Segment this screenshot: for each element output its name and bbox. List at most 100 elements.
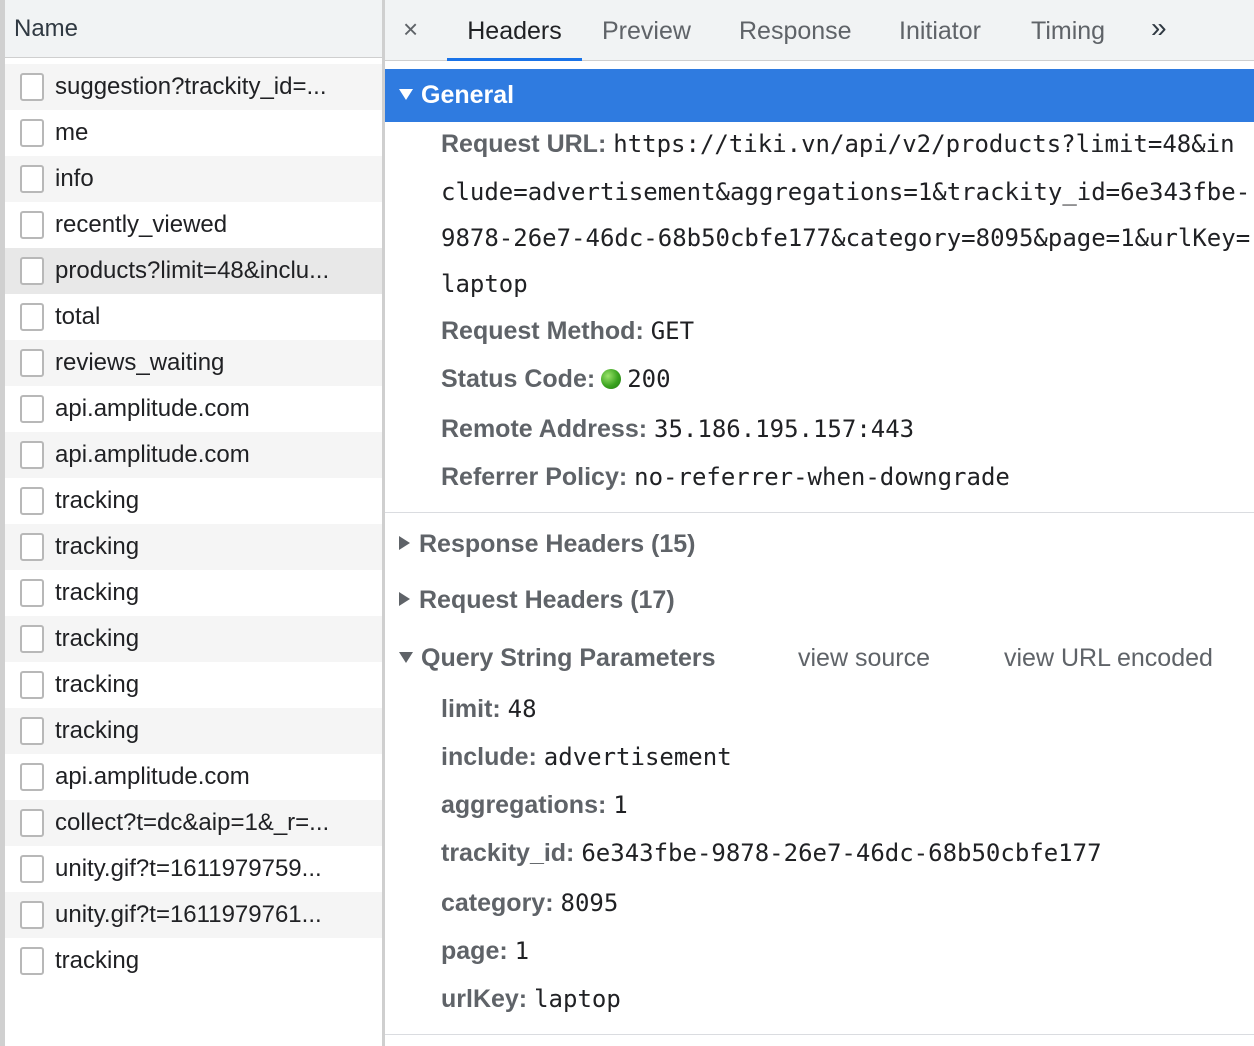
request-row[interactable]: collect?t=dc&aip=1&_r=... [5, 800, 382, 846]
request-row[interactable]: tracking [5, 616, 382, 662]
query-string-title: Query String Parameters [421, 644, 716, 672]
request-row[interactable]: unity.gif?t=1611979759... [5, 846, 382, 892]
query-param-row: aggregations: 1 [441, 791, 628, 820]
tab-preview[interactable]: Preview [602, 0, 691, 60]
request-row[interactable]: total [5, 294, 382, 340]
request-checkbox[interactable] [20, 671, 44, 699]
section-divider [385, 1034, 1254, 1035]
referrer-policy-row: Referrer Policy: no-referrer-when-downgr… [441, 463, 1010, 492]
status-code-label: Status Code: [441, 365, 596, 393]
request-headers-section-header[interactable]: Request Headers (17) [399, 586, 675, 615]
request-name: me [55, 119, 89, 146]
request-name: total [55, 303, 101, 330]
request-checkbox[interactable] [20, 579, 44, 607]
request-name: api.amplitude.com [55, 441, 250, 468]
response-headers-section-header[interactable]: Response Headers (15) [399, 530, 696, 559]
request-list-panel: Name suggestion?trackity_id=... me info … [0, 0, 385, 1046]
request-checkbox[interactable] [20, 73, 44, 101]
request-row[interactable]: tracking [5, 708, 382, 754]
query-string-section-header[interactable]: Query String Parameters [399, 644, 716, 673]
general-section-header[interactable]: General [385, 69, 1254, 122]
remote-address-label: Remote Address: [441, 415, 648, 443]
tab-timing[interactable]: Timing [1031, 0, 1105, 60]
query-param-key: include: [441, 743, 537, 771]
tab-initiator[interactable]: Initiator [899, 0, 981, 60]
request-row[interactable]: tracking [5, 524, 382, 570]
request-name: collect?t=dc&aip=1&_r=... [55, 809, 330, 836]
request-row[interactable]: tracking [5, 478, 382, 524]
request-checkbox[interactable] [20, 165, 44, 193]
request-row[interactable]: recently_viewed [5, 202, 382, 248]
request-row[interactable]: reviews_waiting [5, 340, 382, 386]
request-name: tracking [55, 671, 140, 698]
request-row[interactable]: api.amplitude.com [5, 432, 382, 478]
status-ok-dot-icon [601, 369, 622, 389]
request-name: recently_viewed [55, 211, 228, 238]
tab-headers[interactable]: Headers [447, 0, 582, 61]
request-checkbox[interactable] [20, 763, 44, 791]
request-row[interactable]: info [5, 156, 382, 202]
request-name: tracking [55, 947, 140, 974]
tab-response[interactable]: Response [739, 0, 852, 60]
query-param-value: laptop [534, 985, 621, 1013]
request-checkbox[interactable] [20, 349, 44, 377]
close-icon[interactable]: × [403, 14, 418, 45]
request-row[interactable]: suggestion?trackity_id=... [5, 64, 382, 110]
request-checkbox[interactable] [20, 441, 44, 469]
request-method-row: Request Method: GET [441, 317, 694, 346]
query-param-key: category: [441, 889, 554, 917]
request-checkbox[interactable] [20, 395, 44, 423]
query-param-value: 1 [514, 937, 530, 965]
request-checkbox[interactable] [20, 487, 44, 515]
request-checkbox[interactable] [20, 947, 44, 975]
request-checkbox[interactable] [20, 211, 44, 239]
query-param-value: 48 [507, 695, 537, 723]
view-source-link[interactable]: view source [798, 644, 930, 673]
request-row[interactable]: api.amplitude.com [5, 754, 382, 800]
response-headers-title: Response Headers (15) [419, 530, 696, 558]
request-checkbox[interactable] [20, 303, 44, 331]
query-param-row: urlKey: laptop [441, 985, 621, 1014]
query-param-value: 6e343fbe-9878-26e7-46dc-68b50cbfe177 [581, 839, 1102, 867]
details-tab-bar: × Headers Preview Response Initiator Tim… [385, 0, 1254, 61]
query-param-row: page: 1 [441, 937, 529, 966]
request-url-value-line: clude=advertisement&aggregations=1&track… [441, 178, 1251, 206]
request-headers-title: Request Headers (17) [419, 586, 675, 614]
status-code-row: Status Code: 200 [441, 365, 671, 394]
request-row[interactable]: tracking [5, 570, 382, 616]
request-row[interactable]: me [5, 110, 382, 156]
request-checkbox[interactable] [20, 257, 44, 285]
request-method-label: Request Method: [441, 317, 644, 345]
request-checkbox[interactable] [20, 717, 44, 745]
request-url-value-line: laptop [441, 270, 528, 298]
referrer-policy-value: no-referrer-when-downgrade [634, 463, 1010, 491]
view-url-encoded-link[interactable]: view URL encoded [1004, 644, 1213, 673]
request-row[interactable]: tracking [5, 662, 382, 708]
request-checkbox[interactable] [20, 855, 44, 883]
request-url-label: Request URL: [441, 130, 607, 158]
request-row[interactable]: api.amplitude.com [5, 386, 382, 432]
request-row[interactable]: tracking [5, 938, 382, 984]
query-param-value: advertisement [543, 743, 732, 771]
expanded-triangle-icon [399, 652, 413, 663]
query-param-key: trackity_id: [441, 839, 575, 867]
request-list: suggestion?trackity_id=... me info recen… [5, 58, 382, 984]
name-column-header[interactable]: Name [5, 0, 382, 58]
request-checkbox[interactable] [20, 901, 44, 929]
request-method-value: GET [650, 317, 695, 345]
request-row-selected[interactable]: products?limit=48&inclu... [5, 248, 382, 294]
request-details-panel: × Headers Preview Response Initiator Tim… [385, 0, 1254, 1046]
more-tabs-icon[interactable]: » [1151, 12, 1167, 44]
remote-address-row: Remote Address: 35.186.195.157:443 [441, 415, 914, 444]
query-param-key: limit: [441, 695, 501, 723]
request-row[interactable]: unity.gif?t=1611979761... [5, 892, 382, 938]
expanded-triangle-icon [399, 89, 413, 100]
request-name: tracking [55, 579, 140, 606]
request-checkbox[interactable] [20, 533, 44, 561]
request-checkbox[interactable] [20, 625, 44, 653]
request-checkbox[interactable] [20, 119, 44, 147]
query-param-row: category: 8095 [441, 889, 618, 918]
request-checkbox[interactable] [20, 809, 44, 837]
query-param-key: page: [441, 937, 508, 965]
collapsed-triangle-icon [399, 536, 410, 550]
